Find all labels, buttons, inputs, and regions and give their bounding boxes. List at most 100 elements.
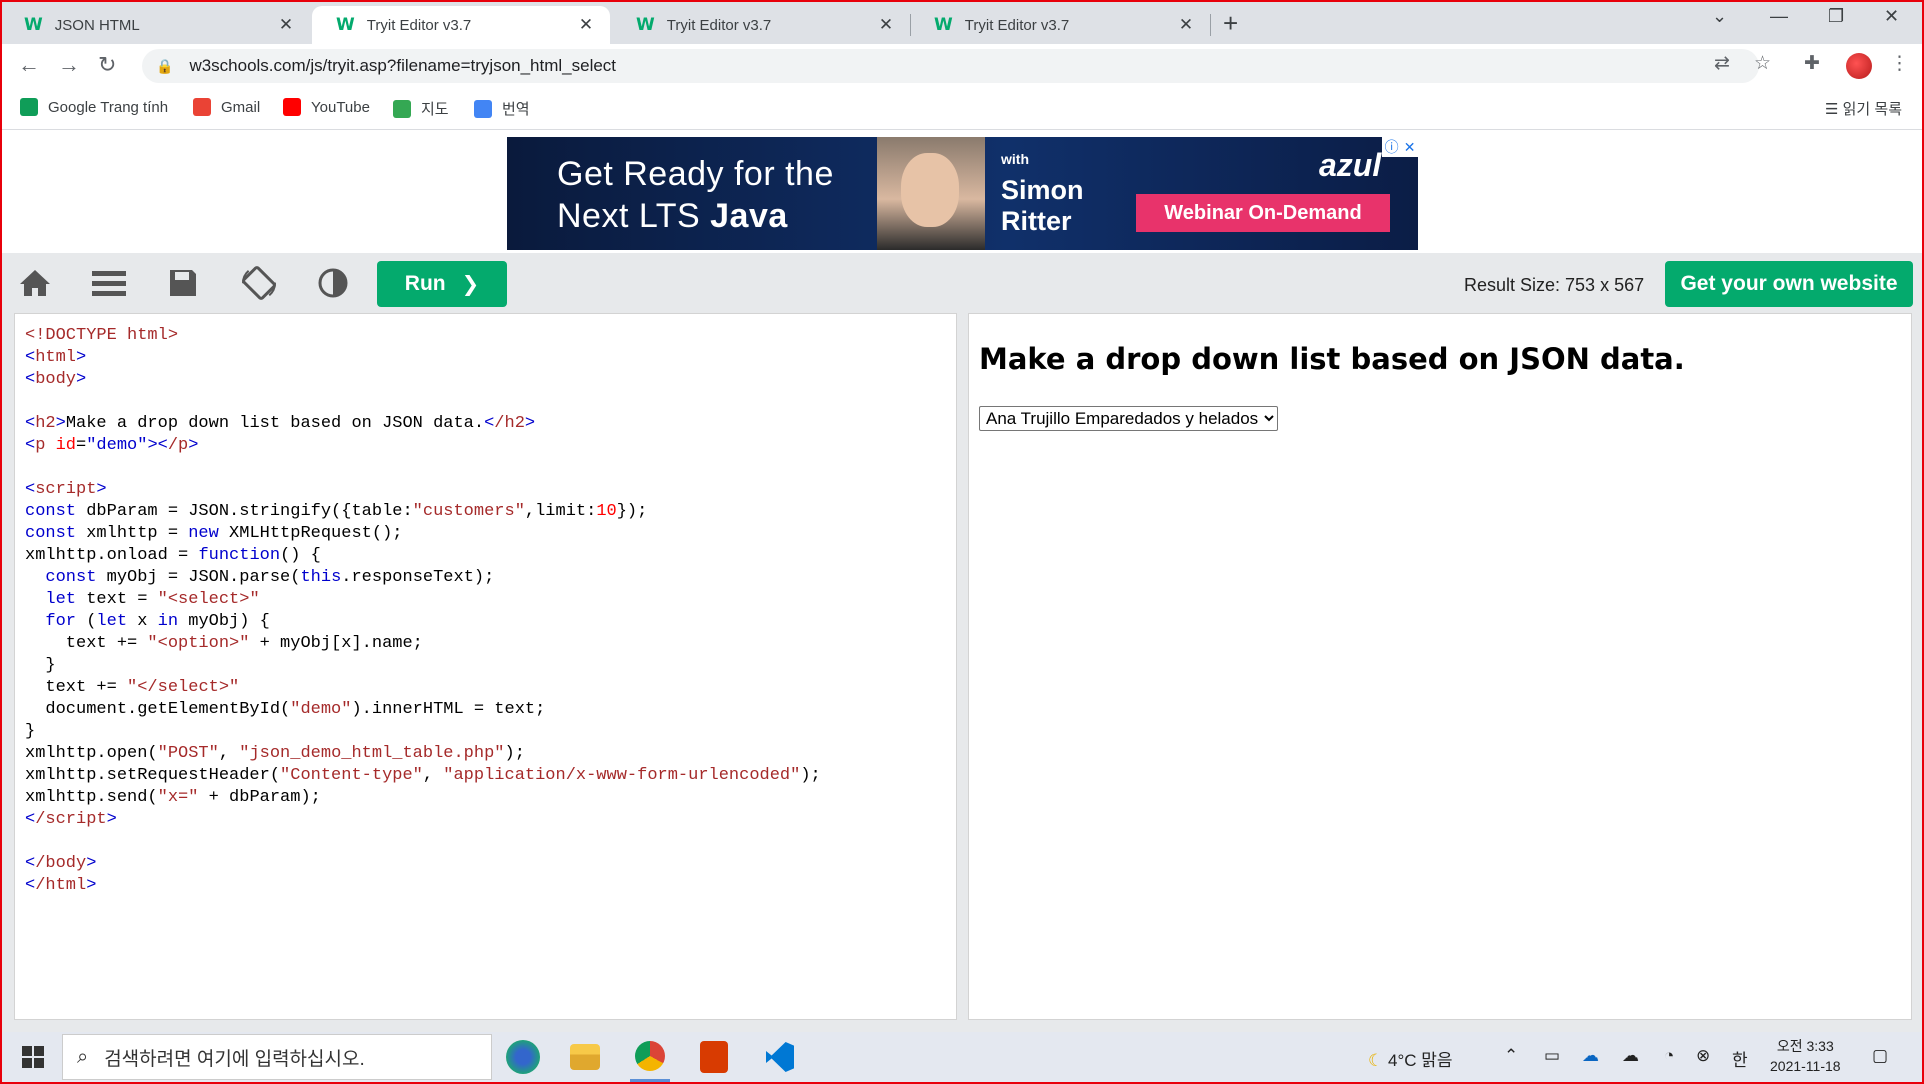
chrome-taskbar-button[interactable]: [630, 1038, 670, 1082]
tab-label: Tryit Editor v3.7: [366, 16, 472, 34]
reading-list-icon: ☰: [1825, 101, 1843, 118]
restore-icon[interactable]: ❐: [1828, 6, 1844, 27]
lock-icon: 🔒: [156, 57, 174, 74]
back-icon[interactable]: ←: [18, 52, 40, 78]
reading-list[interactable]: ☰ 읽기 목록: [1825, 98, 1902, 119]
clock-time: 오전 3:33: [1776, 1038, 1834, 1054]
onedrive-icon[interactable]: ☁: [1582, 1046, 1599, 1066]
w3schools-favicon-icon: W: [336, 15, 355, 35]
tab-tryit-3[interactable]: W Tryit Editor v3.7 ✕: [910, 6, 1210, 44]
reload-icon[interactable]: ↻: [98, 52, 116, 78]
weather-text: 4°C 맑음: [1387, 1051, 1453, 1070]
cloud-sync-icon[interactable]: ☁: [1622, 1046, 1639, 1066]
ad-speaker-first: Simon: [1001, 175, 1084, 205]
tab-tryit-2[interactable]: W Tryit Editor v3.7 ✕: [612, 6, 910, 44]
notifications-icon[interactable]: ▢: [1872, 1046, 1888, 1066]
ad-info-icon[interactable]: ⓘ: [1385, 137, 1399, 157]
tab-label: Tryit Editor v3.7: [964, 16, 1070, 34]
new-tab-icon[interactable]: +: [1223, 8, 1238, 39]
gmail-icon: [193, 98, 211, 116]
browser-toolbar: ← → ↻ 🔒 w3schools.com/js/tryit.asp?filen…: [0, 44, 1924, 88]
search-icon: ⌕: [77, 1045, 89, 1068]
wifi-icon[interactable]: ◔: [1664, 1046, 1674, 1066]
ad-headline-line2: Next LTS: [557, 197, 711, 235]
w3schools-favicon-icon: W: [636, 15, 655, 35]
code-text[interactable]: <!DOCTYPE html> <html> <body> <h2>Make a…: [25, 325, 946, 897]
menu-kebab-icon[interactable]: ⋮: [1890, 52, 1909, 75]
save-icon[interactable]: [162, 263, 204, 303]
code-editor[interactable]: <!DOCTYPE html> <html> <body> <h2>Make a…: [14, 313, 957, 1020]
dark-mode-icon[interactable]: [312, 263, 354, 303]
bookmark-maps[interactable]: 지도: [393, 98, 449, 119]
forward-icon[interactable]: →: [58, 52, 80, 78]
windows-taskbar: ⌕ 검색하려면 여기에 입력하십시오. ☾ 4°C 맑음 ⌃ ▭ ☁ ☁ ◔ ⊗…: [2, 1032, 1922, 1082]
ad-headline-line1: Get Ready for the: [557, 155, 834, 193]
bookmark-label: 번역: [502, 101, 530, 118]
battery-icon[interactable]: ▭: [1544, 1046, 1560, 1066]
taskbar-search[interactable]: ⌕ 검색하려면 여기에 입력하십시오.: [62, 1034, 492, 1080]
w3schools-favicon-icon: W: [934, 15, 953, 35]
file-explorer-icon[interactable]: [570, 1044, 600, 1070]
ad-speaker-name: Simon Ritter: [1001, 175, 1084, 237]
bookmark-star-icon[interactable]: ☆: [1754, 52, 1771, 75]
menu-icon[interactable]: [88, 263, 130, 303]
tab-label: JSON HTML: [54, 16, 140, 34]
moon-icon: ☾: [1368, 1051, 1384, 1070]
close-icon[interactable]: ✕: [576, 15, 596, 35]
tab-json-html[interactable]: W JSON HTML ✕: [0, 6, 310, 44]
vscode-taskbar-button[interactable]: [760, 1038, 800, 1076]
youtube-icon: [283, 98, 301, 116]
bookmark-sheets[interactable]: Google Trang tính: [20, 98, 168, 116]
tab-tryit-active[interactable]: W Tryit Editor v3.7 ✕: [312, 6, 610, 44]
result-size: Result Size: 753 x 567: [1464, 275, 1645, 295]
close-icon[interactable]: ✕: [1404, 139, 1416, 156]
result-iframe: Make a drop down list based on JSON data…: [968, 313, 1912, 1020]
close-icon[interactable]: ✕: [876, 15, 896, 35]
volume-muted-icon[interactable]: ⊗: [1696, 1046, 1710, 1066]
profile-avatar[interactable]: [1846, 53, 1872, 79]
sheets-icon: [20, 98, 38, 116]
chevron-right-icon: ❯: [461, 272, 480, 296]
chrome-icon: [635, 1041, 665, 1071]
bookmark-label: Gmail: [221, 98, 261, 116]
tab-search-icon[interactable]: ⌄: [1712, 6, 1727, 27]
weather-widget[interactable]: ☾ 4°C 맑음: [1368, 1046, 1453, 1071]
browser-tab-strip: W JSON HTML ✕ W Tryit Editor v3.7 ✕ W Tr…: [0, 0, 1924, 44]
maps-icon: [393, 99, 411, 118]
editor-toolbar: Run ❯ Result Size: 753 x 567 Get your ow…: [2, 253, 1922, 313]
tab-separator: [1210, 14, 1211, 36]
bookmark-label: 지도: [421, 101, 449, 118]
ime-indicator[interactable]: 한: [1732, 1046, 1748, 1071]
ad-headline: Get Ready for the Next LTS Java: [557, 153, 834, 237]
minimize-icon[interactable]: —: [1770, 6, 1788, 27]
run-button[interactable]: Run ❯: [377, 261, 507, 307]
window-close-icon[interactable]: ✕: [1884, 6, 1899, 27]
get-website-button[interactable]: Get your own website: [1665, 261, 1913, 307]
ad-speaker-last: Ritter: [1001, 206, 1072, 236]
ad-banner[interactable]: Get Ready for the Next LTS Java with Sim…: [507, 137, 1418, 250]
bookmark-youtube[interactable]: YouTube: [283, 98, 370, 116]
translate-icon[interactable]: ⇄: [1714, 52, 1730, 75]
bookmark-gmail[interactable]: Gmail: [193, 98, 260, 116]
ad-cta-button[interactable]: Webinar On-Demand: [1136, 194, 1390, 232]
bookmark-translate[interactable]: 번역: [474, 98, 530, 119]
office-icon[interactable]: [700, 1041, 728, 1073]
reading-list-label: 읽기 목록: [1842, 101, 1902, 118]
result-heading: Make a drop down list based on JSON data…: [979, 342, 1685, 376]
address-bar[interactable]: 🔒 w3schools.com/js/tryit.asp?filename=tr…: [142, 49, 1759, 83]
close-icon[interactable]: ✕: [276, 15, 296, 35]
extensions-icon[interactable]: ✚: [1804, 52, 1820, 75]
ad-close[interactable]: ⓘ ✕: [1382, 137, 1418, 157]
home-icon[interactable]: [14, 263, 56, 303]
chevron-up-icon[interactable]: ⌃: [1504, 1046, 1518, 1066]
edge-icon[interactable]: [506, 1040, 540, 1074]
tab-label: Tryit Editor v3.7: [666, 16, 772, 34]
speaker-photo: [877, 137, 985, 250]
windows-start-icon[interactable]: [22, 1046, 44, 1068]
taskbar-clock[interactable]: 오전 3:33 2021-11-18: [1770, 1036, 1841, 1076]
google-translate-icon: [474, 99, 492, 118]
rotate-layout-icon[interactable]: [238, 263, 280, 303]
close-icon[interactable]: ✕: [1176, 15, 1196, 35]
customer-select[interactable]: Ana Trujillo Emparedados y helados: [979, 406, 1278, 431]
ad-with: with: [1001, 151, 1029, 167]
